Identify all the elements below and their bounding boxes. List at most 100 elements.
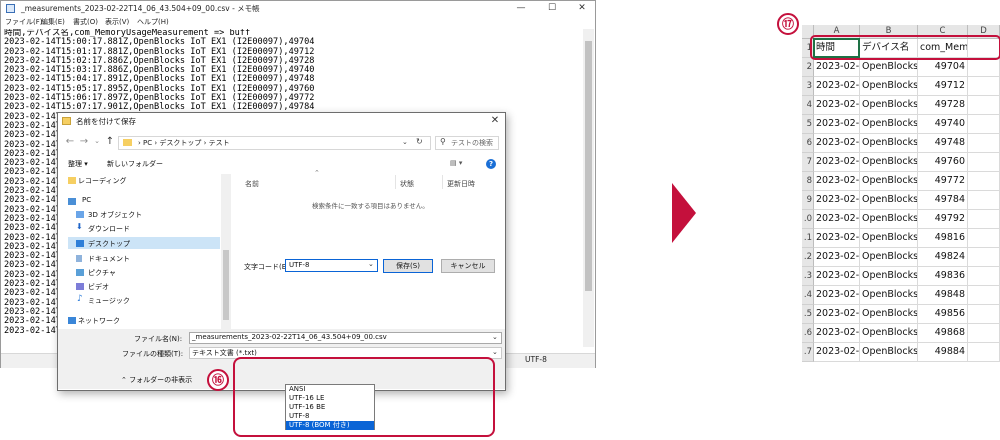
- file-list[interactable]: [233, 174, 503, 329]
- table-cell[interactable]: OpenBlocks: [860, 134, 918, 153]
- refresh-icon[interactable]: ↻: [416, 137, 423, 146]
- nav-scroll-thumb[interactable]: [223, 250, 229, 320]
- table-cell[interactable]: [968, 324, 1000, 343]
- help-icon[interactable]: ?: [486, 159, 496, 169]
- table-cell[interactable]: 2023-02-: [814, 229, 860, 248]
- table-cell[interactable]: OpenBlocks: [860, 305, 918, 324]
- menu-help[interactable]: ヘルプ(H): [137, 17, 169, 27]
- table-cell[interactable]: 2023-02-: [814, 172, 860, 191]
- nav-item-pictures[interactable]: ピクチャ: [88, 268, 116, 278]
- table-cell[interactable]: 49848: [918, 286, 968, 305]
- save-button[interactable]: 保存(S): [383, 259, 433, 273]
- table-cell[interactable]: [968, 229, 1000, 248]
- notepad-titlebar[interactable]: _measurements_2023-02-22T14_06_43.504+09…: [1, 1, 595, 16]
- table-cell[interactable]: 49712: [918, 77, 968, 96]
- chevron-down-icon[interactable]: ⌄: [402, 138, 408, 146]
- table-cell[interactable]: 49816: [918, 229, 968, 248]
- view-options-button[interactable]: ▤ ▾: [450, 159, 462, 167]
- table-cell[interactable]: [968, 286, 1000, 305]
- cancel-button[interactable]: キャンセル: [441, 259, 495, 273]
- table-cell[interactable]: 2023-02-: [814, 115, 860, 134]
- table-cell[interactable]: OpenBlocks: [860, 172, 918, 191]
- table-cell[interactable]: [968, 191, 1000, 210]
- table-cell[interactable]: OpenBlocks: [860, 324, 918, 343]
- row-header[interactable]: 2: [802, 58, 814, 77]
- table-cell[interactable]: [968, 248, 1000, 267]
- back-arrow-icon[interactable]: ←: [64, 136, 76, 147]
- table-cell[interactable]: 2023-02-: [814, 191, 860, 210]
- table-cell[interactable]: 2023-02-: [814, 77, 860, 96]
- menu-format[interactable]: 書式(O): [73, 17, 98, 27]
- column-name[interactable]: 名前: [245, 179, 259, 189]
- table-cell[interactable]: [968, 134, 1000, 153]
- row-header[interactable]: .6: [802, 324, 814, 343]
- table-cell[interactable]: OpenBlocks: [860, 77, 918, 96]
- table-cell[interactable]: 49748: [918, 134, 968, 153]
- forward-arrow-icon[interactable]: →: [78, 136, 90, 147]
- table-cell[interactable]: 49728: [918, 96, 968, 115]
- row-header[interactable]: 8: [802, 172, 814, 191]
- table-cell[interactable]: 49792: [918, 210, 968, 229]
- table-cell[interactable]: 2023-02-: [814, 286, 860, 305]
- table-cell[interactable]: 49856: [918, 305, 968, 324]
- row-header[interactable]: .4: [802, 286, 814, 305]
- table-cell[interactable]: OpenBlocks: [860, 153, 918, 172]
- row-header[interactable]: 6: [802, 134, 814, 153]
- table-cell[interactable]: 2023-02-: [814, 210, 860, 229]
- table-cell[interactable]: OpenBlocks: [860, 267, 918, 286]
- table-cell[interactable]: [968, 343, 1000, 362]
- table-cell[interactable]: 49824: [918, 248, 968, 267]
- table-cell[interactable]: 2023-02-: [814, 343, 860, 362]
- table-cell[interactable]: 49836: [918, 267, 968, 286]
- maximize-button[interactable]: ☐: [542, 2, 562, 15]
- table-cell[interactable]: 49740: [918, 115, 968, 134]
- table-cell[interactable]: 2023-02-: [814, 96, 860, 115]
- row-header[interactable]: 9: [802, 191, 814, 210]
- table-cell[interactable]: 2023-02-: [814, 267, 860, 286]
- table-cell[interactable]: 2023-02-: [814, 305, 860, 324]
- breadcrumb[interactable]: › PC › デスクトップ › テスト: [138, 138, 230, 148]
- organize-button[interactable]: 整理 ▾: [68, 159, 88, 169]
- column-modified[interactable]: 更新日時: [447, 179, 475, 189]
- close-button[interactable]: ✕: [572, 2, 592, 15]
- table-cell[interactable]: 49784: [918, 191, 968, 210]
- table-cell[interactable]: 49772: [918, 172, 968, 191]
- minimize-button[interactable]: —: [511, 2, 531, 15]
- table-cell[interactable]: OpenBlocks: [860, 210, 918, 229]
- table-cell[interactable]: 2023-02-: [814, 324, 860, 343]
- nav-item-documents[interactable]: ドキュメント: [88, 254, 130, 264]
- nav-item-downloads[interactable]: ダウンロード: [88, 224, 130, 234]
- table-cell[interactable]: 49704: [918, 58, 968, 77]
- row-header[interactable]: .5: [802, 305, 814, 324]
- nav-item-recordings[interactable]: レコーディング: [78, 176, 127, 186]
- row-header[interactable]: .3: [802, 267, 814, 286]
- nav-item-network[interactable]: ネットワーク: [78, 316, 120, 326]
- row-header[interactable]: 3: [802, 77, 814, 96]
- table-cell[interactable]: 49760: [918, 153, 968, 172]
- table-cell[interactable]: 49868: [918, 324, 968, 343]
- table-cell[interactable]: OpenBlocks: [860, 115, 918, 134]
- table-cell[interactable]: [968, 115, 1000, 134]
- table-cell[interactable]: OpenBlocks: [860, 191, 918, 210]
- menu-edit[interactable]: 編集(E): [41, 17, 65, 27]
- table-cell[interactable]: [968, 172, 1000, 191]
- table-cell[interactable]: [968, 210, 1000, 229]
- table-cell[interactable]: OpenBlocks: [860, 286, 918, 305]
- filetype-dropdown-icon[interactable]: ⌄: [492, 348, 498, 356]
- table-cell[interactable]: [968, 77, 1000, 96]
- table-cell[interactable]: 2023-02-: [814, 134, 860, 153]
- table-cell[interactable]: OpenBlocks: [860, 58, 918, 77]
- row-header[interactable]: 5: [802, 115, 814, 134]
- filename-dropdown-icon[interactable]: ⌄: [492, 333, 498, 341]
- row-header[interactable]: .0: [802, 210, 814, 229]
- menu-file[interactable]: ファイル(F): [5, 17, 43, 27]
- row-header[interactable]: .1: [802, 229, 814, 248]
- row-header[interactable]: 4: [802, 96, 814, 115]
- table-cell[interactable]: OpenBlocks: [860, 229, 918, 248]
- table-cell[interactable]: 2023-02-: [814, 153, 860, 172]
- up-arrow-icon[interactable]: ↑: [104, 136, 116, 147]
- notepad-scroll-thumb[interactable]: [585, 41, 592, 291]
- encoding-chevron-icon[interactable]: ⌄: [368, 260, 374, 268]
- table-cell[interactable]: 2023-02-: [814, 248, 860, 267]
- nav-item-music[interactable]: ミュージック: [88, 296, 130, 306]
